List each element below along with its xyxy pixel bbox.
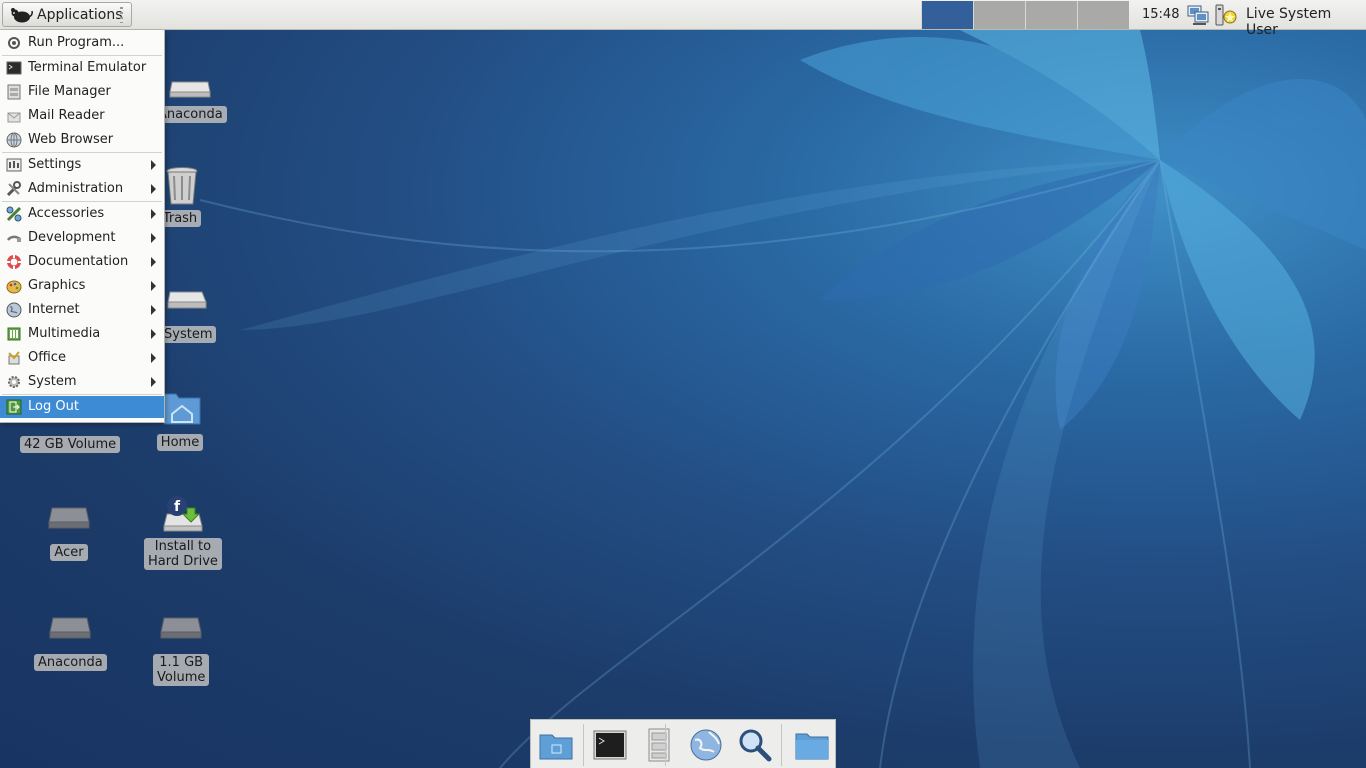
file-manager-icon — [7, 84, 21, 100]
user-name[interactable]: Live System User — [1246, 6, 1366, 38]
submenu-arrow-icon — [151, 377, 156, 387]
top-panel: Applications 15:48 Live System User — [0, 0, 1366, 38]
desktop-icon-anaconda[interactable]: Anaconda — [34, 610, 107, 671]
updates-icon[interactable] — [1214, 3, 1238, 27]
desktop-icon-label: Acer — [50, 544, 88, 561]
clock[interactable]: 15:48 — [1142, 7, 1179, 22]
workspace-switcher — [921, 1, 1129, 29]
help-icon — [7, 255, 21, 269]
desktop-icon-label: 42 GB Volume — [20, 436, 121, 453]
desktop-icon-label: 1.1 GB Volume — [153, 654, 210, 686]
menu-item-administration[interactable]: Administration — [0, 178, 164, 200]
dock-folder[interactable] — [793, 726, 831, 764]
file-manager-icon — [648, 728, 670, 762]
menu-item-development[interactable]: Development — [0, 227, 164, 249]
network-icon[interactable] — [1187, 3, 1211, 27]
submenu-arrow-icon — [151, 160, 156, 170]
submenu-arrow-icon — [151, 209, 156, 219]
svg-text:f: f — [174, 499, 181, 515]
xfce-mouse-icon — [11, 7, 33, 22]
development-icon — [7, 235, 21, 242]
menu-separator — [2, 55, 162, 56]
dock-web-browser[interactable] — [687, 726, 725, 764]
menu-item-multimedia[interactable]: Multimedia — [0, 323, 164, 345]
menu-item-log-out[interactable]: Log Out — [0, 396, 164, 418]
office-icon — [8, 351, 20, 365]
drive-icon — [49, 617, 91, 639]
install-icon: f — [163, 496, 203, 532]
menu-item-file-manager[interactable]: File Manager — [0, 81, 164, 103]
menu-separator — [2, 394, 162, 395]
desktop-icon-label: Anaconda — [34, 654, 107, 671]
desktop-icon-label: Install to Hard Drive — [144, 538, 222, 570]
dock-show-desktop[interactable] — [537, 726, 575, 764]
dock-separator — [781, 724, 782, 766]
globe-icon — [6, 132, 22, 148]
menu-item-office[interactable]: Office — [0, 347, 164, 369]
submenu-arrow-icon — [151, 353, 156, 363]
search-icon — [739, 729, 772, 762]
menu-item-accessories[interactable]: Accessories — [0, 203, 164, 225]
menu-item-web-browser[interactable]: Web Browser — [0, 129, 164, 151]
folder-icon — [795, 733, 829, 760]
accessories-icon — [6, 206, 22, 222]
desktop-icon-label: Home — [156, 434, 204, 451]
menu-item-documentation[interactable]: Documentation — [0, 251, 164, 273]
terminal-icon — [6, 61, 22, 75]
drive-icon — [48, 507, 90, 529]
desktop-icon-system[interactable]: System — [160, 282, 217, 343]
dock-separator — [583, 724, 584, 766]
panel-handle[interactable] — [120, 7, 123, 23]
applications-menu-button[interactable]: Applications — [2, 2, 132, 27]
workspace-1[interactable] — [921, 1, 973, 29]
dock-terminal[interactable] — [591, 726, 629, 764]
applications-label: Applications — [37, 6, 123, 23]
web-browser-icon — [690, 729, 722, 761]
terminal-icon — [593, 730, 627, 760]
drive-icon — [169, 81, 211, 98]
menu-item-internet[interactable]: Internet — [0, 299, 164, 321]
drive-icon — [160, 617, 202, 639]
desktop-icon-label: System — [160, 326, 217, 343]
menu-item-run-program[interactable]: Run Program... — [0, 32, 164, 54]
run-icon — [8, 37, 20, 49]
drive-icon — [167, 291, 207, 309]
submenu-arrow-icon — [151, 329, 156, 339]
submenu-arrow-icon — [151, 281, 156, 291]
internet-icon — [6, 302, 22, 318]
menu-separator — [2, 152, 162, 153]
tools-icon — [6, 181, 21, 197]
desktop-icon-install-to-hard-drive[interactable]: f Install to Hard Drive — [144, 494, 222, 570]
show-desktop-icon — [539, 734, 573, 760]
desktop-icon-1.1gb-volume[interactable]: 1.1 GB Volume — [153, 610, 210, 686]
menu-separator — [2, 201, 162, 202]
menu-item-terminal-emulator[interactable]: Terminal Emulator — [0, 57, 164, 79]
submenu-arrow-icon — [151, 233, 156, 243]
submenu-arrow-icon — [151, 184, 156, 194]
desktop-icon-acer[interactable]: Acer — [45, 500, 93, 561]
graphics-icon — [6, 280, 22, 294]
system-icon — [8, 376, 20, 388]
settings-icon — [6, 158, 22, 172]
applications-menu: Run Program... Terminal Emulator File Ma… — [0, 30, 165, 423]
workspace-3[interactable] — [1025, 1, 1077, 29]
submenu-arrow-icon — [151, 257, 156, 267]
bottom-dock — [530, 719, 836, 768]
submenu-arrow-icon — [151, 305, 156, 315]
dock-separator — [665, 724, 666, 766]
menu-item-graphics[interactable]: Graphics — [0, 275, 164, 297]
workspace-4[interactable] — [1077, 1, 1129, 29]
logout-icon — [6, 399, 22, 415]
desktop-icon-42gb-volume[interactable]: 42 GB Volume — [20, 432, 121, 453]
dock-search[interactable] — [735, 726, 773, 764]
system-tray — [1187, 3, 1238, 27]
mail-icon — [7, 112, 21, 123]
menu-item-mail-reader[interactable]: Mail Reader — [0, 105, 164, 127]
dock-file-manager[interactable] — [639, 726, 677, 764]
desktop-icon-label: Trash — [158, 210, 202, 227]
multimedia-icon — [7, 327, 21, 341]
workspace-2[interactable] — [973, 1, 1025, 29]
menu-item-system[interactable]: System — [0, 371, 164, 393]
menu-item-settings[interactable]: Settings — [0, 154, 164, 176]
